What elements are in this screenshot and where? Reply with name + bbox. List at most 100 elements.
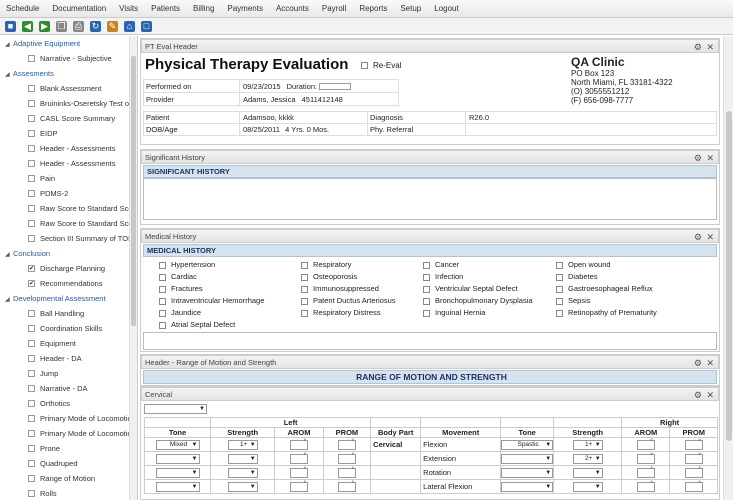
print-icon[interactable]: ⎙ [73,20,84,32]
main-scrollbar[interactable] [723,36,733,500]
sidebar-item-checkbox[interactable] [28,475,35,482]
sidebar-group[interactable]: ◢ Developmental Assessment [0,291,137,306]
sidebar-item[interactable]: Pain [0,171,137,186]
sidebar-item[interactable]: Header - DA [0,351,137,366]
cervical-select[interactable]: ▼ [144,404,207,414]
medical-history-checkbox[interactable] [556,273,563,281]
sidebar-item[interactable]: Quadruped [0,456,137,471]
sidebar-item[interactable]: Raw Score to Standard Sco [0,201,137,216]
rom-left-prom-input[interactable]: ° [337,467,356,478]
rom-left-strength-select[interactable]: ▼ [227,481,258,492]
sidebar-item[interactable]: Bruininks-Oseretsky Test of [0,96,137,111]
menu-logout[interactable]: Logout [434,4,458,13]
sidebar-item-checkbox[interactable] [28,145,35,152]
rom-left-prom-input[interactable]: ° [337,481,356,492]
rom-right-tone-select[interactable]: ▼ [501,453,554,464]
medical-history-checkbox[interactable] [159,273,166,281]
medical-history-option[interactable]: Retinopathy of Prematurity [556,308,657,317]
rom-right-prom-input[interactable]: ° [684,467,703,478]
rom-right-strength-select[interactable]: 1+ ▼ [572,439,603,450]
medical-history-checkbox[interactable] [159,297,166,305]
menu-documentation[interactable]: Documentation [52,4,106,13]
menu-patients[interactable]: Patients [151,4,180,13]
sidebar-item-checkbox[interactable] [28,310,35,317]
close-icon[interactable]: ✕ [706,151,714,165]
back-arrow-icon[interactable]: ◀ [22,20,33,32]
menu-payroll[interactable]: Payroll [322,4,346,13]
sidebar-item-checkbox[interactable] [28,430,35,437]
sidebar-item[interactable]: Narrative - DA [0,381,137,396]
sidebar-item[interactable]: EIDP [0,126,137,141]
rom-left-arom-input[interactable]: ° [290,439,308,450]
sidebar-item-checkbox[interactable] [28,490,35,497]
save-icon[interactable]: ■ [5,20,16,32]
sidebar-scrollbar[interactable] [129,36,137,500]
sidebar-item[interactable]: Jump [0,366,137,381]
medical-history-option[interactable]: Sepsis [556,296,591,305]
rom-left-arom-input[interactable]: ° [290,481,308,492]
menu-billing[interactable]: Billing [193,4,214,13]
rom-right-prom-input[interactable]: ° [684,481,703,492]
export-icon[interactable]: □ [141,20,152,32]
sidebar-item-checkbox[interactable] [28,385,35,392]
medical-history-option[interactable]: Fractures [159,284,203,293]
medical-history-checkbox[interactable] [159,309,166,317]
duration-input[interactable] [319,83,352,91]
sidebar-item[interactable]: PDMS-2 [0,186,137,201]
sidebar-item[interactable]: Rolls [0,486,137,500]
rom-right-tone-select[interactable]: Spastic ▼ [501,439,554,450]
medical-history-checkbox[interactable] [159,321,166,329]
sidebar-item[interactable]: Ball Handling [0,306,137,321]
medical-history-option[interactable]: Bronchopulmonary Dysplasia [423,296,533,305]
rom-left-strength-select[interactable]: ▼ [227,467,258,478]
sidebar-item[interactable]: Orthotics [0,396,137,411]
rom-left-prom-input[interactable]: ° [337,453,356,464]
rom-right-strength-select[interactable]: ▼ [572,467,603,478]
medical-history-checkbox[interactable] [556,309,563,317]
settings-icon[interactable]: ⚙ [694,40,702,54]
sidebar-item-checkbox[interactable] [28,55,35,62]
rom-left-prom-input[interactable]: ° [337,439,356,450]
sidebar-item-checkbox[interactable] [28,460,35,467]
settings-icon[interactable]: ⚙ [694,388,702,402]
rom-left-tone-select[interactable]: ▼ [155,481,200,492]
menu-reports[interactable]: Reports [359,4,387,13]
medical-history-checkbox[interactable] [423,297,430,305]
reeval-checkbox[interactable] [361,62,368,70]
medical-history-checkbox[interactable] [301,297,308,305]
sidebar-item-checkbox[interactable] [28,175,35,182]
sidebar-item[interactable]: Prone [0,441,137,456]
medical-history-option[interactable]: Intraventricular Hemorrhage [159,296,264,305]
sidebar-item[interactable]: ✔ Discharge Planning [0,261,137,276]
medical-history-checkbox[interactable] [423,261,430,269]
rom-left-strength-select[interactable]: 1+ ▼ [227,439,258,450]
close-icon[interactable]: ✕ [706,356,714,370]
refresh-icon[interactable]: ↻ [90,20,101,32]
sidebar-item[interactable]: Equipment [0,336,137,351]
sidebar-item-checkbox[interactable] [28,340,35,347]
home-icon[interactable]: ⌂ [124,20,135,32]
medical-history-checkbox[interactable] [301,261,308,269]
rom-right-prom-input[interactable]: ° [684,439,703,450]
medical-history-option[interactable]: Jaundice [159,308,201,317]
medical-history-option[interactable]: Patent Ductus Arteriosus [301,296,396,305]
copy-icon[interactable]: ❐ [56,20,67,32]
sidebar-item-checkbox[interactable] [28,355,35,362]
rom-right-tone-select[interactable]: ▼ [501,481,554,492]
sidebar-item-checkbox[interactable] [28,130,35,137]
medical-history-option[interactable]: Inguinal Hernia [423,308,485,317]
menu-visits[interactable]: Visits [119,4,138,13]
medical-history-option[interactable]: Infection [423,272,463,281]
rom-right-arom-input[interactable]: ° [636,439,655,450]
medical-history-checkbox[interactable] [159,261,166,269]
settings-icon[interactable]: ⚙ [694,230,702,244]
medical-history-option[interactable]: Cardiac [159,272,197,281]
rom-right-arom-input[interactable]: ° [636,453,655,464]
sidebar-item-checkbox[interactable] [28,415,35,422]
sidebar-item-checkbox[interactable] [28,445,35,452]
sidebar-item[interactable]: Narrative - Subjective [0,51,137,66]
medical-history-option[interactable]: Diabetes [556,272,598,281]
rom-right-tone-select[interactable]: ▼ [501,467,554,478]
rom-left-arom-input[interactable]: ° [290,467,308,478]
menu-accounts[interactable]: Accounts [276,4,309,13]
